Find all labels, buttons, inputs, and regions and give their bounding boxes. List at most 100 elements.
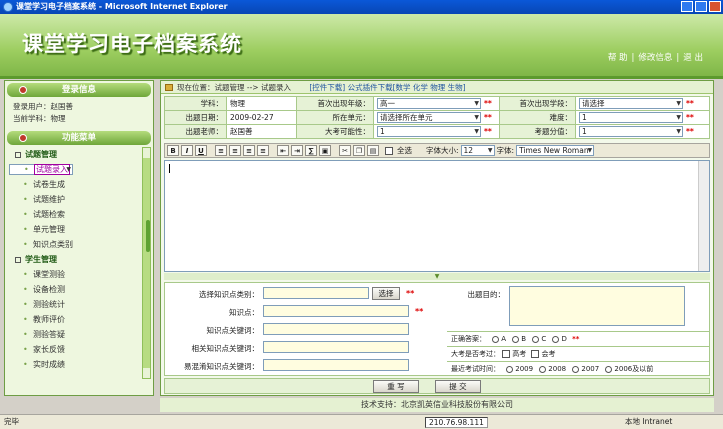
menu-item-class-test[interactable]: 课堂测验: [9, 267, 149, 282]
answer-radio-d[interactable]: [552, 335, 560, 343]
related-kp-input[interactable]: [263, 341, 409, 353]
bullet-icon: [19, 134, 27, 142]
edit-profile-link[interactable]: 修改信息: [638, 53, 672, 63]
align-left-icon[interactable]: ≡: [215, 145, 227, 156]
align-right-icon[interactable]: ≡: [243, 145, 255, 156]
editor-scrollbar[interactable]: [698, 161, 709, 271]
date-label: 出题日期：: [164, 110, 227, 125]
menu-item-knowledge-category[interactable]: 知识点类别: [9, 237, 149, 252]
exam-row: 大考是否考过： 高考 会考: [451, 350, 556, 358]
download-links[interactable]: [控件下载] 公式插件下载[数学 化学 物理 生物]: [309, 83, 465, 92]
help-link[interactable]: 帮 助: [608, 53, 628, 63]
kp-label: 知识点：: [229, 308, 259, 317]
kp-category-input[interactable]: [263, 287, 369, 299]
answer-radio-a[interactable]: [492, 335, 500, 343]
recent-label: 最近考试时间：: [451, 365, 500, 373]
panel-splitter-handle[interactable]: [146, 220, 150, 252]
menu-item-question-entry[interactable]: 试题录入: [9, 164, 73, 175]
minimize-button[interactable]: [681, 1, 693, 12]
status-zone: 本地 Intranet: [625, 417, 673, 426]
menu-item-teacher-eval[interactable]: 教师评价: [9, 312, 149, 327]
top-menu: 帮 助 | 修改信息 | 退 出: [607, 53, 703, 63]
collapse-icon[interactable]: [15, 256, 21, 263]
italic-button[interactable]: I: [181, 145, 193, 156]
rewrite-button[interactable]: 重 写: [373, 380, 419, 393]
question-form: 学科： 物理 首次出现年级： 高一** 首次出现学段： 请选择** 出题日期： …: [164, 96, 710, 139]
year-radio-2009[interactable]: [506, 365, 514, 373]
collapse-icon[interactable]: [15, 151, 21, 158]
group-student-management[interactable]: 学生管理: [9, 252, 149, 267]
kp-keyword-input[interactable]: [263, 323, 409, 335]
year-radio-2008[interactable]: [539, 365, 547, 373]
menu-item-live-scores[interactable]: 实时成绩: [9, 357, 149, 372]
menu-item-question-search[interactable]: 试题检索: [9, 207, 149, 222]
teacher-value: 赵国善: [226, 124, 297, 139]
year-radio-2007[interactable]: [572, 365, 580, 373]
app-title: 课堂学习电子档案系统: [22, 32, 242, 56]
copy-icon[interactable]: ❐: [353, 145, 365, 156]
image-icon[interactable]: ▣: [319, 145, 331, 156]
select-all-checkbox[interactable]: [385, 146, 393, 155]
status-ip: 210.76.98.111: [425, 417, 488, 428]
answer-radio-c[interactable]: [532, 335, 540, 343]
login-info-heading: 登录信息: [7, 83, 151, 97]
login-info: 登录用户：赵国善 当前学科：物理: [5, 97, 153, 129]
unit-select[interactable]: 请选择所在单元: [377, 112, 481, 123]
related-kp-label: 相关知识点关键词：: [191, 344, 260, 353]
bold-button[interactable]: B: [167, 145, 179, 156]
formula-icon[interactable]: ∑: [305, 145, 317, 156]
window-titlebar: 课堂学习电子档案系统 - Microsoft Internet Explorer: [0, 0, 723, 14]
maximize-button[interactable]: [695, 1, 707, 12]
function-menu-heading: 功能菜单: [7, 131, 151, 145]
menu-item-test-qa[interactable]: 测验答疑: [9, 327, 149, 342]
submit-button[interactable]: 提 交: [435, 380, 481, 393]
difficulty-label: 难度：: [499, 110, 576, 125]
difficulty-select[interactable]: 1: [579, 112, 683, 123]
function-tree: 试题管理 试题录入 试卷生成 试题维护 试题检索 单元管理 知识点类别 学生管理…: [5, 145, 153, 385]
huikao-checkbox[interactable]: [531, 350, 540, 358]
first-term-select[interactable]: 请选择: [579, 98, 683, 109]
first-grade-select[interactable]: 高一: [377, 98, 481, 109]
menu-scrollbar[interactable]: [142, 147, 151, 379]
cut-icon[interactable]: ✂: [339, 145, 351, 156]
justify-icon[interactable]: ≡: [257, 145, 269, 156]
main-panel: 现在位置：试题管理 --> 试题录入 [控件下载] 公式插件下载[数学 化学 物…: [160, 80, 714, 396]
window-controls: [681, 1, 721, 12]
menu-item-device-check[interactable]: 设备检测: [9, 282, 149, 297]
score-select[interactable]: 1: [579, 126, 683, 137]
header-strip: [0, 76, 723, 79]
menu-item-question-maintenance[interactable]: 试题维护: [9, 192, 149, 207]
font-size-select[interactable]: 12: [460, 145, 495, 156]
kp-category-label: 选择知识点类别：: [199, 290, 259, 299]
kp-input[interactable]: [263, 305, 409, 317]
question-editor[interactable]: [164, 160, 710, 272]
menu-item-paper-generation[interactable]: 试卷生成: [9, 177, 149, 192]
subject-value: 物理: [226, 96, 297, 111]
folder-icon: [165, 84, 173, 91]
resize-handle[interactable]: ▼: [164, 273, 710, 280]
menu-item-parent-feedback[interactable]: 家长反馈: [9, 342, 149, 357]
year-radio-2006[interactable]: [605, 365, 613, 373]
confusable-kp-input[interactable]: [263, 359, 409, 371]
footer: 技术支持：北京凯英信业科技股份有限公司: [160, 398, 714, 412]
select-button[interactable]: 选择: [372, 287, 400, 300]
font-select[interactable]: Times New Roman: [516, 145, 595, 156]
text-caret: [169, 164, 170, 173]
possibility-select[interactable]: 1: [377, 126, 481, 137]
menu-item-test-stats[interactable]: 测验统计: [9, 297, 149, 312]
align-center-icon[interactable]: ≡: [229, 145, 241, 156]
answer-radio-b[interactable]: [512, 335, 520, 343]
menu-item-unit-management[interactable]: 单元管理: [9, 222, 149, 237]
ie-icon: [3, 2, 13, 12]
indent-icon[interactable]: ⇥: [291, 145, 303, 156]
purpose-textarea[interactable]: [509, 286, 685, 326]
group-question-management[interactable]: 试题管理: [9, 147, 149, 162]
paste-icon[interactable]: ▤: [367, 145, 379, 156]
close-button[interactable]: [709, 1, 721, 12]
font-size-label: 字体大小:: [426, 146, 459, 155]
gaokao-checkbox[interactable]: [502, 350, 511, 358]
logout-link[interactable]: 退 出: [683, 53, 703, 63]
underline-button[interactable]: U: [195, 145, 207, 156]
breadcrumb: 现在位置：试题管理 --> 试题录入 [控件下载] 公式插件下载[数学 化学 物…: [161, 81, 713, 94]
outdent-icon[interactable]: ⇤: [277, 145, 289, 156]
